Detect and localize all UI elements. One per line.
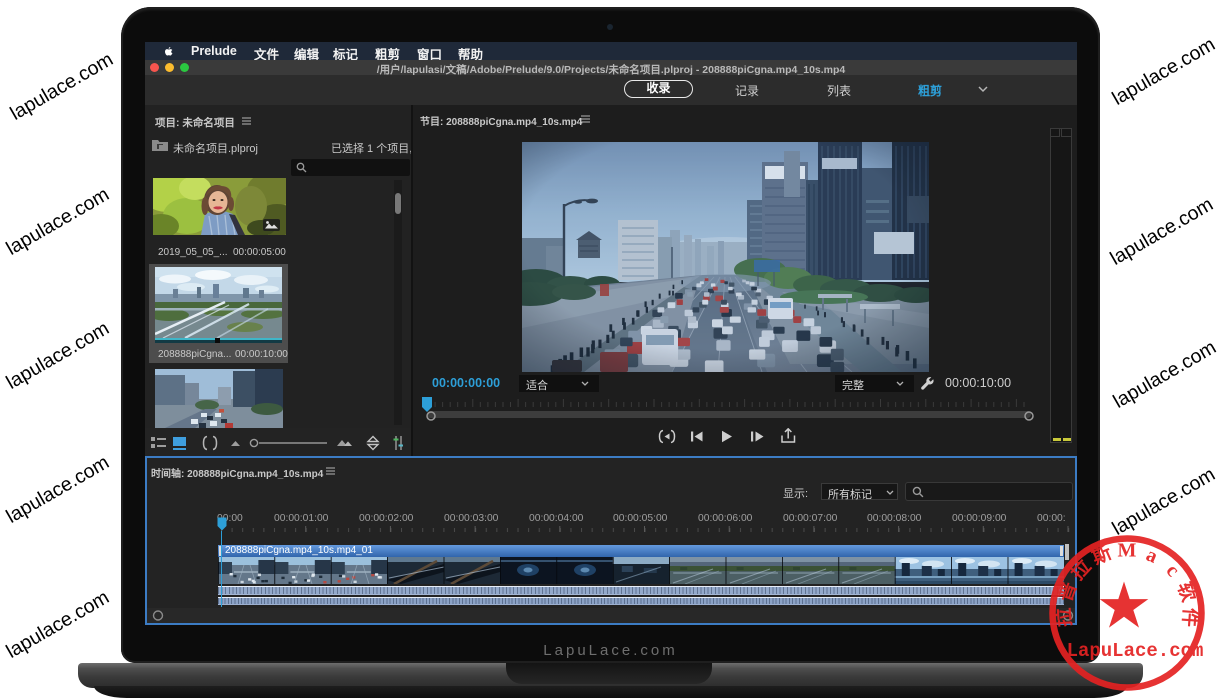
svg-text:a: a xyxy=(1143,544,1161,568)
svg-text:件: 件 xyxy=(1178,607,1202,628)
svg-text:拉: 拉 xyxy=(1066,555,1096,585)
svg-text:c: c xyxy=(1162,560,1184,582)
svg-text:拉: 拉 xyxy=(1052,607,1076,628)
svg-text:LapuLace.com: LapuLace.com xyxy=(1067,640,1204,662)
svg-text:M: M xyxy=(1118,540,1137,562)
